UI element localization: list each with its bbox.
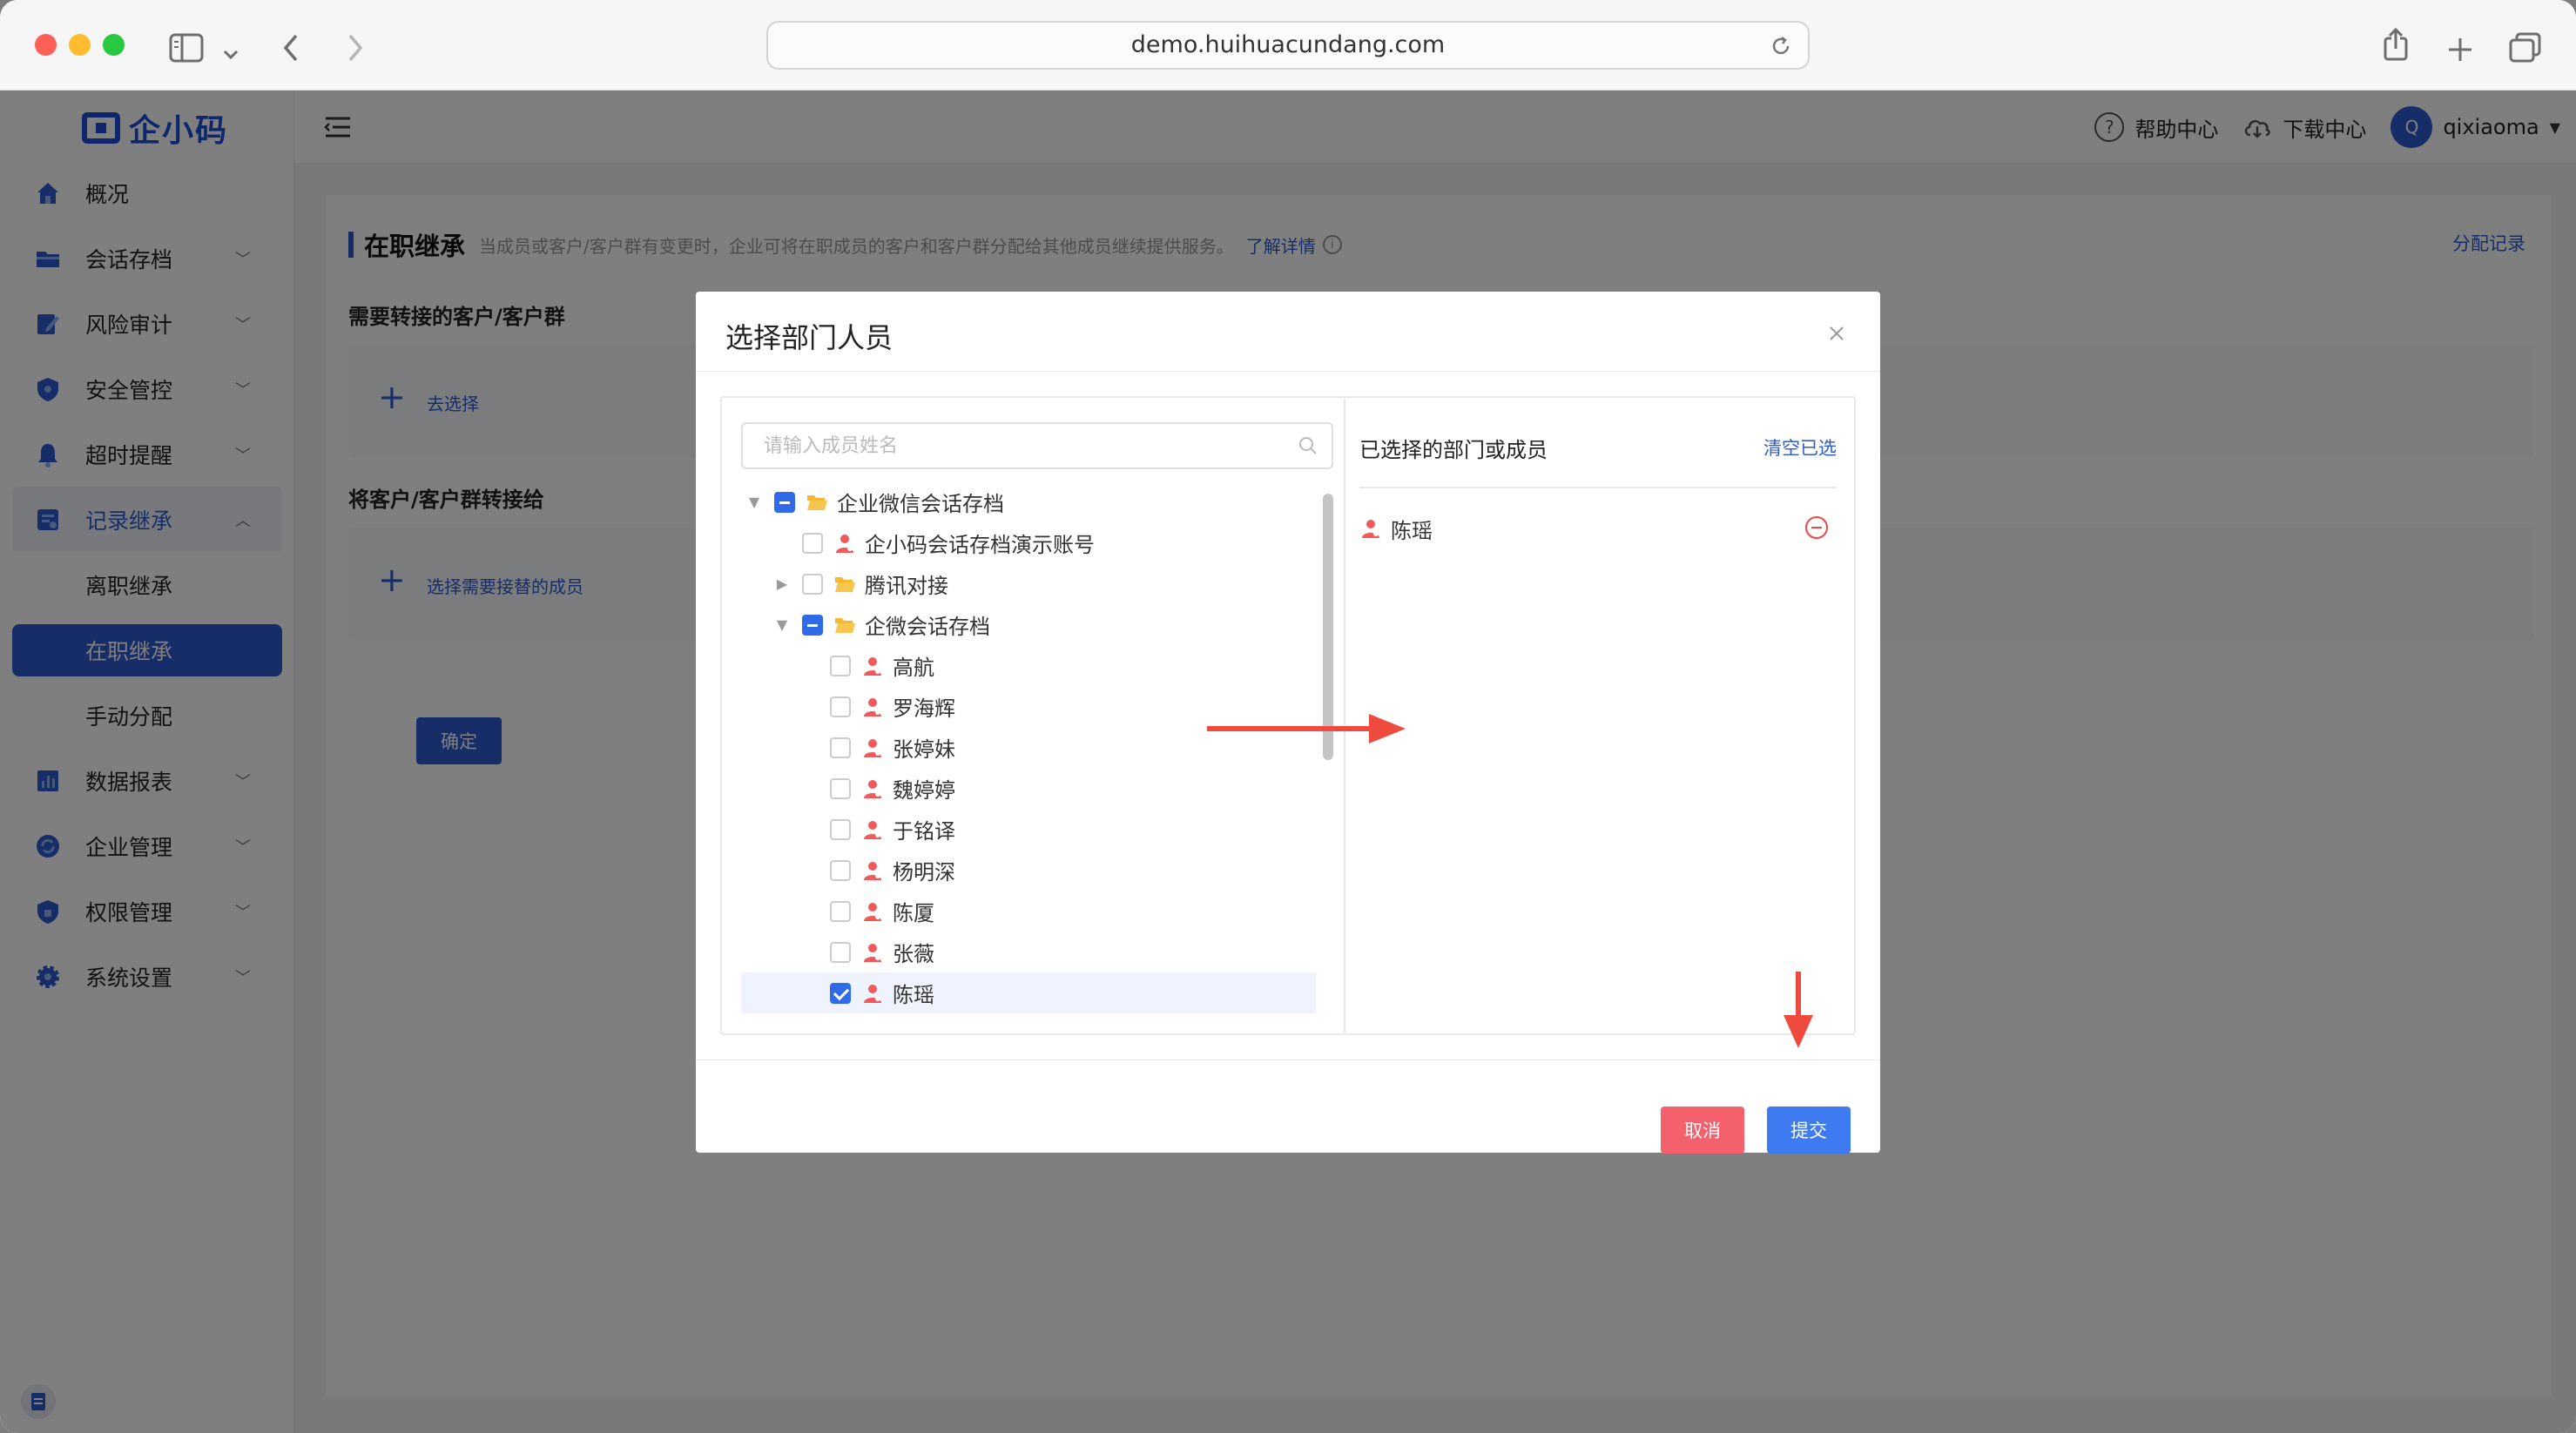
tree-node-label: 陈瑶 xyxy=(893,983,934,1007)
tree-node-label: 陈厦 xyxy=(893,901,934,925)
person-icon xyxy=(861,982,884,1005)
tree-node-label: 魏婷婷 xyxy=(893,778,955,803)
tree-folder-row[interactable]: ▼ 企业微信会话存档 xyxy=(741,481,1316,522)
arrow-down-icon xyxy=(1784,972,1813,1048)
tree-node-label: 企业微信会话存档 xyxy=(837,492,1004,516)
zoom-window-button[interactable] xyxy=(103,34,125,56)
selected-item-label: 陈瑶 xyxy=(1391,518,1433,543)
selected-item: 陈瑶 xyxy=(1359,509,1837,548)
tree-member-row[interactable]: ▼张薇 xyxy=(741,932,1316,972)
back-icon[interactable] xyxy=(279,28,305,68)
tree-scrollbar[interactable] xyxy=(1323,494,1333,1026)
member-search-input[interactable] xyxy=(743,424,1283,468)
caret-down-icon[interactable]: ▼ xyxy=(772,616,792,633)
tree-checkbox[interactable] xyxy=(830,900,851,922)
person-icon xyxy=(861,818,884,841)
clear-selected-link[interactable]: 清空已选 xyxy=(1763,434,1837,461)
person-icon xyxy=(861,737,884,759)
tree-member-row[interactable]: ▼高航 xyxy=(741,645,1316,686)
tree-member-row[interactable]: ▼陈瑶 xyxy=(741,972,1316,1013)
chevron-down-icon[interactable] xyxy=(221,35,240,75)
tree-checkbox[interactable] xyxy=(830,696,851,717)
tree-checkbox[interactable] xyxy=(802,532,823,554)
person-icon xyxy=(1359,517,1382,540)
divider xyxy=(1359,487,1837,488)
tree-member-row[interactable]: ▼于铭译 xyxy=(741,809,1316,850)
tree-checkbox[interactable] xyxy=(830,818,851,840)
folder-open-icon xyxy=(833,614,856,636)
caret-down-icon[interactable]: ▼ xyxy=(745,494,764,510)
tree-checkbox[interactable] xyxy=(830,777,851,799)
tree-checkbox[interactable] xyxy=(774,491,795,513)
close-window-button[interactable] xyxy=(35,34,57,56)
member-search xyxy=(741,422,1333,469)
forward-icon[interactable] xyxy=(341,28,368,68)
search-icon[interactable] xyxy=(1297,434,1319,457)
person-icon xyxy=(833,532,856,555)
new-tab-icon[interactable] xyxy=(2445,30,2475,70)
person-icon xyxy=(861,696,884,718)
tree-checkbox[interactable] xyxy=(830,982,851,1004)
arrow-right-icon xyxy=(1207,714,1406,743)
tree-checkbox[interactable] xyxy=(830,655,851,676)
tree-node-label: 腾讯对接 xyxy=(865,574,948,598)
folder-open-icon xyxy=(833,573,856,595)
person-icon xyxy=(861,777,884,800)
tree-node-label: 企小码会话存档演示账号 xyxy=(865,533,1095,557)
tree-node-label: 高航 xyxy=(893,656,934,680)
close-icon[interactable] xyxy=(1828,325,1845,342)
tree-checkbox[interactable] xyxy=(830,941,851,963)
folder-open-icon xyxy=(806,491,828,514)
tree-node-label: 企微会话存档 xyxy=(865,615,990,639)
tree-checkbox[interactable] xyxy=(802,573,823,595)
dialog-footer: 取消 提交 xyxy=(696,1060,1880,1154)
dialog-header: 选择部门人员 xyxy=(696,292,1880,372)
tree-checkbox[interactable] xyxy=(830,859,851,881)
dialog-title: 选择部门人员 xyxy=(725,321,894,354)
person-icon xyxy=(861,900,884,923)
tree-node-label: 张婷妹 xyxy=(893,737,955,762)
tree-checkbox[interactable] xyxy=(802,614,823,636)
tab-overview-icon[interactable] xyxy=(2508,28,2543,68)
tree-member-row[interactable]: ▼陈厦 xyxy=(741,891,1316,932)
tree-folder-row[interactable]: ▼ 企微会话存档 xyxy=(741,604,1316,645)
person-icon xyxy=(861,941,884,964)
selected-pane-title: 已选择的部门或成员 xyxy=(1359,438,1548,462)
cancel-button[interactable]: 取消 xyxy=(1661,1107,1744,1154)
sidebar-toggle-icon[interactable] xyxy=(169,28,204,68)
tree-node-label: 杨明深 xyxy=(893,860,955,885)
selected-pane: 已选择的部门或成员 清空已选 陈瑶 xyxy=(1345,398,1856,1033)
tree-folder-row[interactable]: ▶ 腾讯对接 xyxy=(741,563,1316,604)
caret-right-icon[interactable]: ▶ xyxy=(772,575,792,592)
share-icon[interactable] xyxy=(2381,24,2411,64)
person-icon xyxy=(861,859,884,882)
tree-member-row[interactable]: ▼企小码会话存档演示账号 xyxy=(741,522,1316,563)
department-tree: ▼企业微信会话存档▼企小码会话存档演示账号▶腾讯对接▼企微会话存档▼高航▼罗海辉… xyxy=(741,481,1316,1026)
submit-button[interactable]: 提交 xyxy=(1767,1107,1851,1154)
reload-icon[interactable] xyxy=(1770,35,1792,57)
tree-checkbox[interactable] xyxy=(830,737,851,758)
tree-member-row[interactable]: ▼杨明深 xyxy=(741,850,1316,891)
person-icon xyxy=(861,655,884,677)
tree-member-row[interactable]: ▼魏婷婷 xyxy=(741,768,1316,809)
minimize-window-button[interactable] xyxy=(69,34,91,56)
tree-node-label: 张薇 xyxy=(893,942,934,966)
remove-circle-icon[interactable] xyxy=(1805,516,1828,539)
tree-node-label: 于铭译 xyxy=(893,819,955,844)
tree-node-label: 罗海辉 xyxy=(893,696,955,721)
url-text: demo.huihuacundang.com xyxy=(1130,31,1446,58)
browser-toolbar: demo.huihuacundang.com xyxy=(0,0,2576,91)
browser-window: demo.huihuacundang.com 企小码 xyxy=(0,0,2576,1433)
address-bar[interactable]: demo.huihuacundang.com xyxy=(766,21,1810,70)
